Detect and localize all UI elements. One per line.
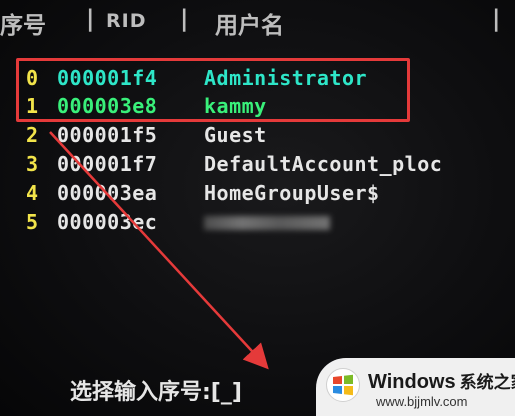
annotation-arrow xyxy=(49,131,269,370)
watermark-brand-en: Windows xyxy=(368,371,456,393)
watermark-url: www.bjjmlv.com xyxy=(376,394,468,409)
select-index-prompt[interactable]: 选择输入序号:[_] xyxy=(70,374,242,406)
watermark: Windows系统之家 www.bjjmlv.com xyxy=(316,358,515,416)
console-screen: 序号 | RID | 用户名 | 0 000001f4 Administrato… xyxy=(0,0,515,416)
watermark-brand-cn: 系统之家 xyxy=(459,373,515,393)
windows-logo-icon xyxy=(326,368,360,402)
watermark-brand: Windows系统之家 xyxy=(368,368,515,394)
